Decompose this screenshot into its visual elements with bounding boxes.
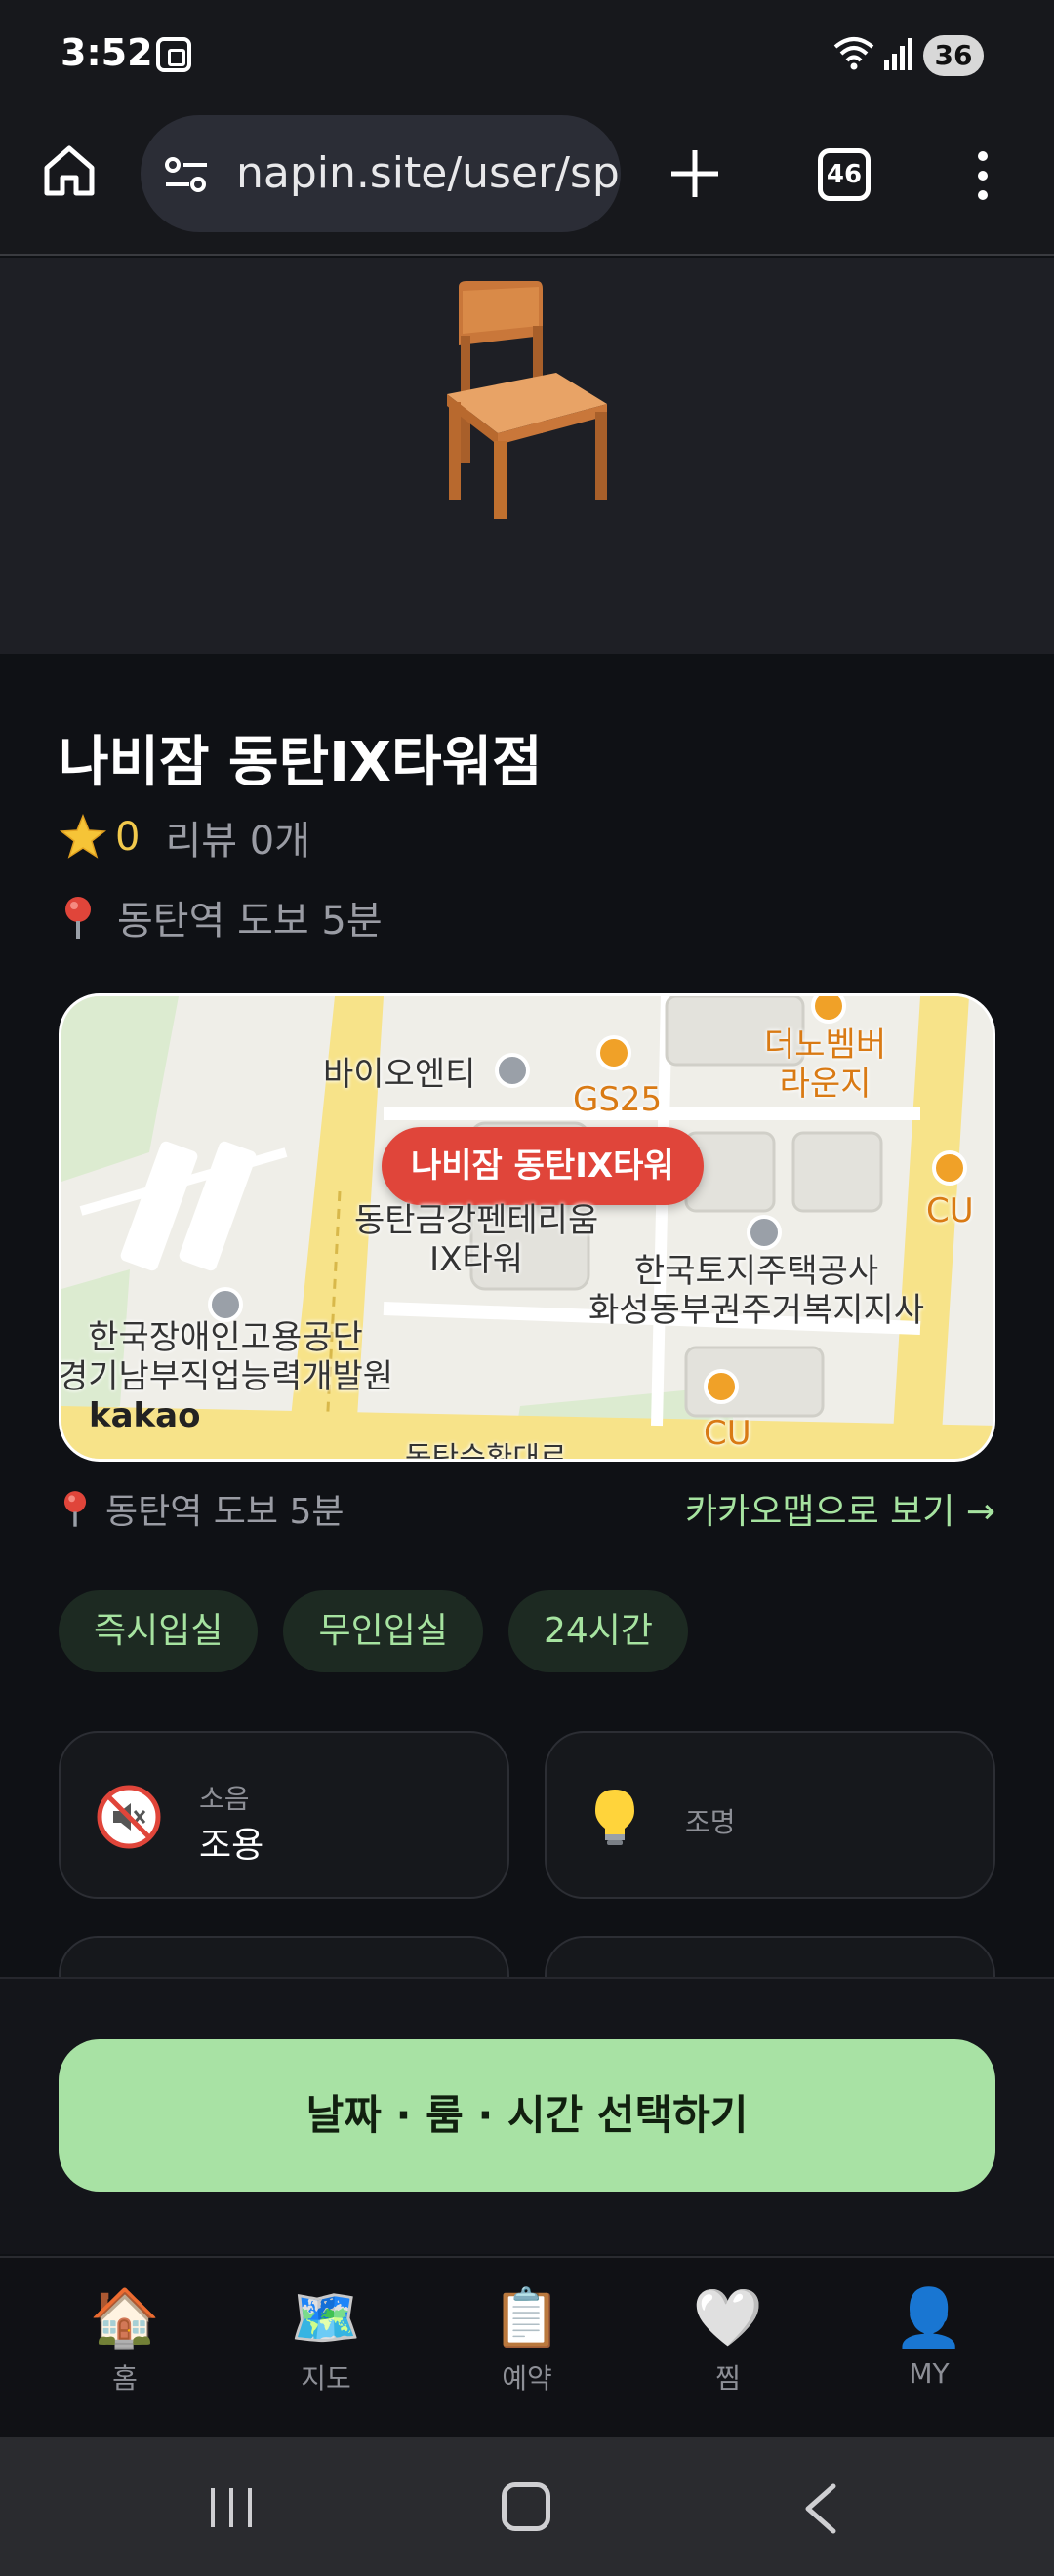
map-label-gs25: GS25 xyxy=(573,1080,663,1119)
location-text: 동탄역 도보 5분 xyxy=(117,899,383,944)
rating-row: 0 리뷰 0개 xyxy=(59,810,310,865)
nav-home[interactable]: 🏠 홈 xyxy=(57,2283,193,2396)
recent-apps-icon[interactable] xyxy=(207,2486,256,2529)
signal-icon xyxy=(884,38,912,70)
noise-label: 소음 xyxy=(199,1783,250,1815)
location-row: 동탄역 도보 5분 xyxy=(59,890,383,945)
nav-reservation-label: 예약 xyxy=(502,2362,552,2395)
nav-reservation[interactable]: 📋 예약 xyxy=(459,2283,595,2396)
map-label-kead: 한국장애인고용공단 경기남부직업능력개발원 xyxy=(59,1318,394,1396)
map-poi-marker[interactable] xyxy=(495,1053,530,1088)
browser-toolbar: napin.site/user/sp 46 xyxy=(0,109,1054,256)
new-tab-icon[interactable] xyxy=(668,146,722,201)
noise-value: 조용 xyxy=(199,1826,264,1866)
place-title: 나비잠 동탄IX타워점 xyxy=(59,731,543,794)
location-pin-icon xyxy=(65,897,91,939)
tag-24-hours: 24시간 xyxy=(507,1590,689,1672)
map-footer-location: 동탄역 도보 5분 xyxy=(59,1483,345,1534)
noise-card: 소음 조용 xyxy=(59,1731,509,1899)
map-poi-cu-bottom-marker[interactable] xyxy=(704,1369,739,1404)
tag-instant-checkin: 즉시입실 xyxy=(59,1590,259,1672)
light-bulb-icon xyxy=(595,1790,634,1845)
muted-speaker-icon xyxy=(97,1785,161,1849)
status-bar: 3:52 36 xyxy=(0,0,1054,109)
cta-area: 날짜 · 룸 · 시간 선택하기 xyxy=(0,1977,1054,2254)
tag-unmanned-checkin: 무인입실 xyxy=(283,1590,483,1672)
map-label-lounge: 더노벰버 라운지 xyxy=(764,1026,887,1104)
map-poi-lh-marker[interactable] xyxy=(747,1215,782,1250)
nav-map-label: 지도 xyxy=(301,2362,351,2395)
nav-map[interactable]: 🗺️ 지도 xyxy=(258,2283,394,2396)
map-label-cu-right: CU xyxy=(926,1191,974,1230)
system-navigation-bar xyxy=(0,2437,1054,2576)
clipboard-icon: 📋 xyxy=(491,2284,563,2351)
nav-my[interactable]: 👤 MY xyxy=(861,2283,997,2390)
site-settings-icon[interactable] xyxy=(164,156,209,193)
battery-indicator: 36 xyxy=(923,35,984,76)
rating-value: 0 xyxy=(115,815,141,860)
location-pin-icon xyxy=(63,1491,87,1527)
kakao-map[interactable]: 바이오엔티 GS25 더노벰버 라운지 CU 나비잠 동탄IX타워 동탄금강펜테… xyxy=(59,993,995,1462)
user-icon: 👤 xyxy=(893,2284,965,2351)
nav-favorites[interactable]: 🤍 찜 xyxy=(660,2283,796,2396)
bottom-navigation: 🏠 홈 🗺️ 지도 📋 예약 🤍 찜 👤 MY xyxy=(0,2256,1054,2437)
open-kakao-map-link[interactable]: 카카오맵으로 보기 → xyxy=(685,1483,995,1534)
star-icon xyxy=(59,813,107,859)
map-icon: 🗺️ xyxy=(290,2284,362,2351)
nav-favorites-label: 찜 xyxy=(715,2362,741,2395)
select-date-room-time-button[interactable]: 날짜 · 룸 · 시간 선택하기 xyxy=(59,2039,995,2192)
system-home-button[interactable] xyxy=(502,2482,550,2531)
address-bar[interactable]: napin.site/user/sp xyxy=(141,115,621,232)
url-text: napin.site/user/sp xyxy=(236,148,620,198)
selected-place-marker[interactable]: 나비잠 동탄IX타워 xyxy=(382,1127,704,1205)
tab-switcher-button[interactable]: 46 xyxy=(818,148,871,201)
map-poi-kead-marker[interactable] xyxy=(208,1287,243,1322)
nav-my-label: MY xyxy=(909,2357,950,2390)
map-label-road: 동탄순환대로 xyxy=(405,1441,567,1462)
map-label-bioenti: 바이오엔티 xyxy=(323,1055,476,1094)
feature-tags: 즉시입실 무인입실 24시간 xyxy=(59,1590,689,1672)
map-poi-gs25-marker[interactable] xyxy=(596,1035,631,1070)
map-footer: 동탄역 도보 5분 카카오맵으로 보기 → xyxy=(59,1483,995,1534)
map-poi-cu-marker[interactable] xyxy=(932,1150,967,1186)
map-footer-location-text: 동탄역 도보 5분 xyxy=(105,1492,345,1532)
more-menu-icon[interactable] xyxy=(972,148,993,203)
kakao-logo: kakao xyxy=(89,1396,201,1435)
light-label: 조명 xyxy=(685,1806,736,1838)
status-time: 3:52 xyxy=(61,31,153,74)
house-icon: 🏠 xyxy=(89,2284,161,2351)
home-icon[interactable] xyxy=(41,142,98,199)
light-card: 조명 xyxy=(545,1731,995,1899)
map-label-cu-bottom: CU xyxy=(704,1414,751,1453)
heart-icon: 🤍 xyxy=(692,2284,764,2351)
screenshot-icon xyxy=(156,37,191,72)
back-icon[interactable] xyxy=(800,2482,839,2535)
wifi-icon xyxy=(833,37,874,70)
map-label-lh: 한국토지주택공사 화성동부권주거복지지사 xyxy=(588,1252,925,1330)
nav-home-label: 홈 xyxy=(112,2362,138,2395)
chair-icon xyxy=(447,281,607,519)
review-count[interactable]: 리뷰 0개 xyxy=(165,809,310,865)
hero-banner xyxy=(0,258,1054,654)
map-label-pentaerium: 동탄금강펜테리움 IX타워 xyxy=(354,1201,599,1279)
